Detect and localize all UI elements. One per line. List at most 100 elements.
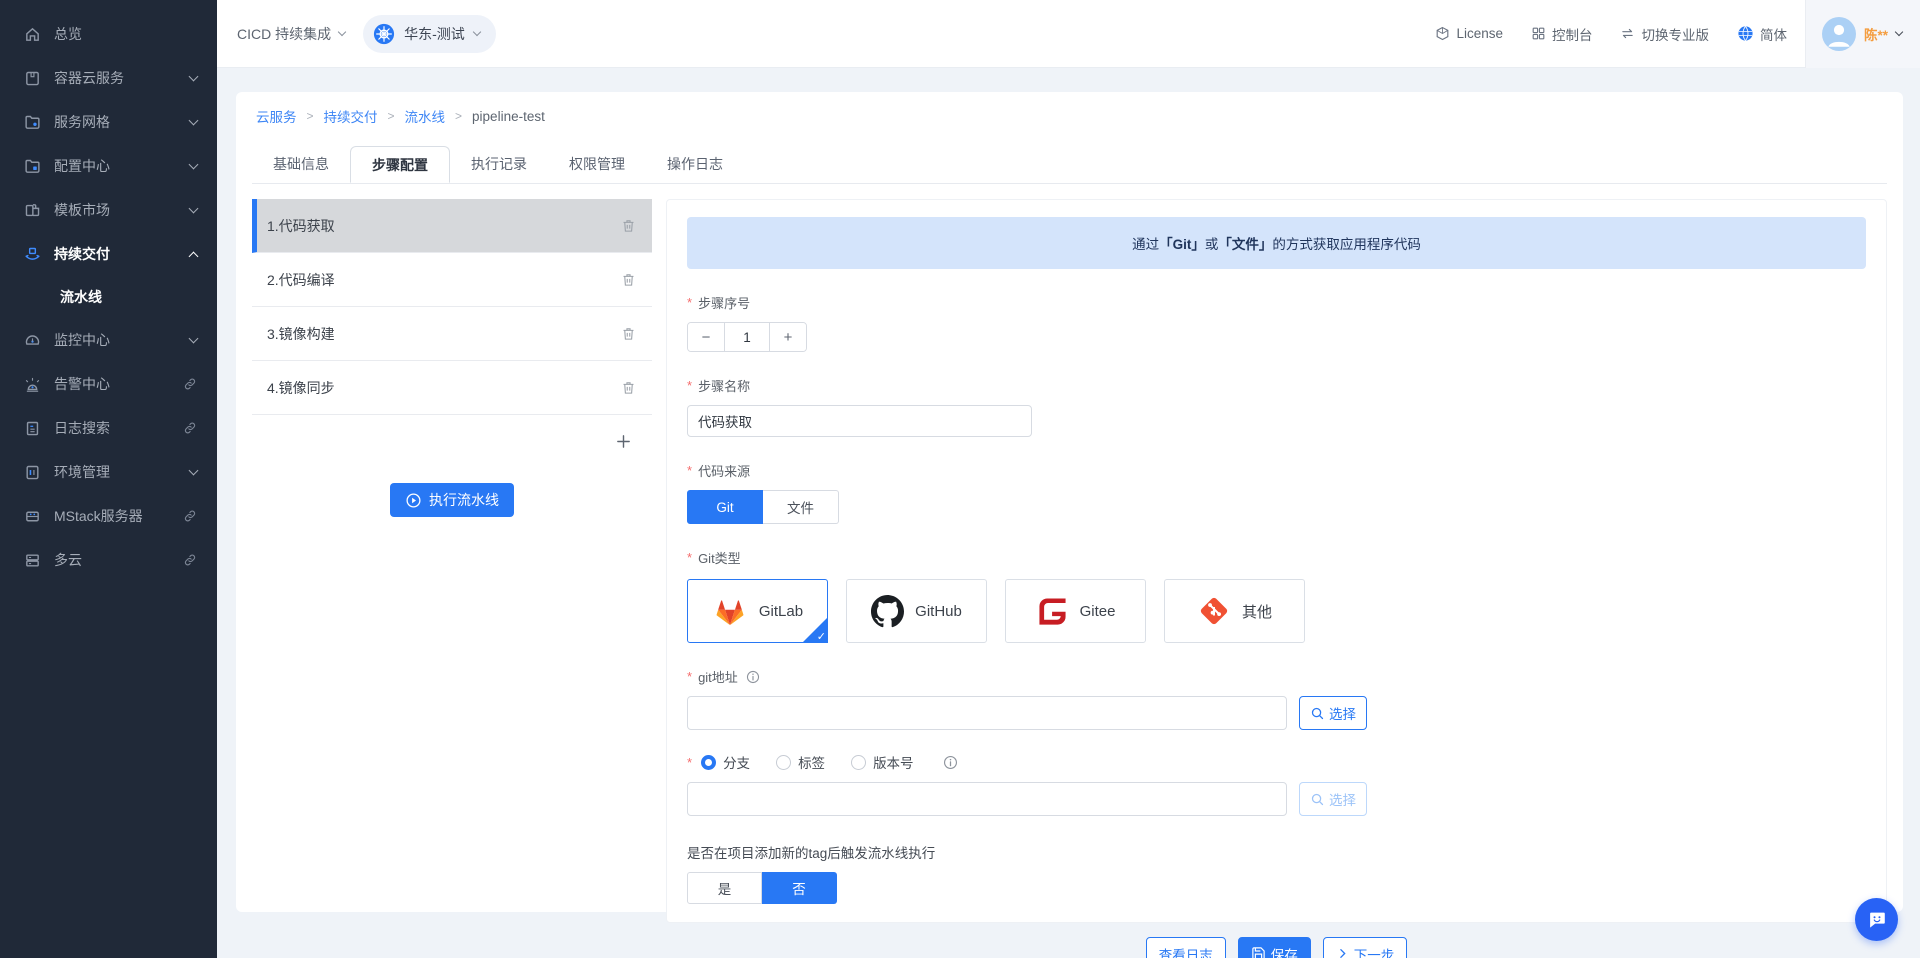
step-item-code-fetch[interactable]: 1.代码获取 — [252, 199, 652, 253]
env-icon — [24, 464, 41, 481]
git-type-cards: GitLab ✓ GitHub Gitee — [687, 579, 1866, 643]
radio-dot — [851, 755, 866, 770]
tab-exec-records[interactable]: 执行记录 — [450, 146, 548, 183]
stepper-decrease-button[interactable]: − — [688, 323, 724, 351]
add-step-row — [252, 415, 652, 467]
next-step-button[interactable]: 下一步 — [1323, 937, 1408, 958]
page-content: 云服务 > 持续交付 > 流水线 > pipeline-test 基础信息 步骤… — [217, 68, 1920, 958]
step-config-form: 通过「Git」或「文件」的方式获取应用程序代码 * 步骤序号 − 1 + — [666, 199, 1887, 923]
ref-type-radio-group: * 分支 标签 版本号 — [687, 752, 1866, 772]
git-logo — [1197, 594, 1231, 628]
multicloud-icon — [24, 552, 41, 569]
switch-pro-link[interactable]: 切换专业版 — [1620, 24, 1709, 44]
delete-step-icon[interactable] — [621, 326, 636, 341]
tab-basic-info[interactable]: 基础信息 — [252, 146, 350, 183]
radio-branch[interactable]: 分支 — [701, 752, 750, 772]
license-link[interactable]: License — [1435, 26, 1503, 41]
add-step-icon[interactable] — [615, 433, 632, 450]
git-url-label: * git地址 — [687, 667, 1866, 686]
user-icon — [1822, 17, 1856, 51]
sidebar-item-monitor-center[interactable]: 监控中心 — [0, 318, 217, 362]
git-url-select-button[interactable]: 选择 — [1299, 696, 1367, 730]
breadcrumb: 云服务 > 持续交付 > 流水线 > pipeline-test — [252, 106, 1887, 126]
globe-icon — [1737, 25, 1754, 42]
tab-permissions[interactable]: 权限管理 — [548, 146, 646, 183]
breadcrumb-cloud-service[interactable]: 云服务 — [256, 106, 297, 126]
step-item-image-build[interactable]: 3.镜像构建 — [252, 307, 652, 361]
step-item-code-compile[interactable]: 2.代码编译 — [252, 253, 652, 307]
sidebar-item-overview[interactable]: 总览 — [0, 12, 217, 56]
switch-arrows-icon — [1620, 26, 1635, 41]
code-source-file[interactable]: 文件 — [763, 490, 839, 524]
info-icon[interactable] — [943, 755, 958, 770]
sidebar-item-template-market[interactable]: 模板市场 — [0, 188, 217, 232]
chevron-down-icon — [1895, 28, 1903, 36]
form-footer-buttons: 查看日志 保存 下一步 — [666, 937, 1887, 958]
chevron-down-icon — [189, 116, 199, 126]
chevron-up-icon — [189, 251, 199, 261]
product-dropdown[interactable]: CICD 持续集成 — [237, 24, 345, 44]
code-source-git[interactable]: Git — [687, 490, 763, 524]
stepper-value[interactable]: 1 — [724, 323, 770, 351]
console-link[interactable]: 控制台 — [1531, 24, 1593, 44]
ref-value-input[interactable] — [687, 782, 1287, 816]
sidebar-item-config-center[interactable]: 配置中心 — [0, 144, 217, 188]
external-link-icon — [183, 553, 197, 567]
monitor-icon — [24, 332, 41, 349]
breadcrumb-pipeline[interactable]: 流水线 — [405, 106, 446, 126]
step-name-input[interactable] — [687, 405, 1032, 437]
git-url-input[interactable] — [687, 696, 1287, 730]
delivery-icon — [24, 246, 41, 263]
git-type-github[interactable]: GitHub — [846, 579, 987, 643]
sidebar-item-container-cloud[interactable]: 容器云服务 — [0, 56, 217, 100]
sidebar-item-pipeline[interactable]: 流水线 — [0, 276, 217, 318]
git-type-label: * Git类型 — [687, 548, 1866, 567]
save-button[interactable]: 保存 — [1238, 937, 1311, 958]
sidebar-item-multicloud[interactable]: 多云 — [0, 538, 217, 582]
play-circle-icon — [405, 492, 422, 509]
top-header: CICD 持续集成 华东-测试 License 控制台 切换专业版 简 — [217, 0, 1920, 68]
content-panel: 云服务 > 持续交付 > 流水线 > pipeline-test 基础信息 步骤… — [236, 92, 1903, 912]
chevron-down-icon — [189, 204, 199, 214]
stepper-increase-button[interactable]: + — [770, 323, 806, 351]
breadcrumb-continuous-delivery[interactable]: 持续交付 — [324, 106, 378, 126]
language-switcher[interactable]: 简体 — [1737, 24, 1787, 44]
user-menu[interactable]: 陈** — [1805, 0, 1920, 68]
git-type-gitee[interactable]: Gitee — [1005, 579, 1146, 643]
tab-step-config[interactable]: 步骤配置 — [350, 146, 450, 183]
radio-dot — [701, 755, 716, 770]
radio-version[interactable]: 版本号 — [851, 752, 914, 772]
git-type-gitlab[interactable]: GitLab ✓ — [687, 579, 828, 643]
chevron-down-icon — [338, 28, 346, 36]
step-item-image-sync[interactable]: 4.镜像同步 — [252, 361, 652, 415]
ref-select-button[interactable]: 选择 — [1299, 782, 1367, 816]
sidebar-item-mstack-server[interactable]: MStack服务器 — [0, 494, 217, 538]
chevron-down-icon — [189, 466, 199, 476]
sidebar-item-service-mesh[interactable]: 服务网格 — [0, 100, 217, 144]
search-icon — [1310, 706, 1325, 721]
external-link-icon — [183, 509, 197, 523]
region-selector[interactable]: 华东-测试 — [363, 15, 496, 53]
git-type-other[interactable]: 其他 — [1164, 579, 1305, 643]
sidebar-item-log-search[interactable]: 日志搜索 — [0, 406, 217, 450]
step-number-stepper: − 1 + — [687, 322, 807, 352]
delete-step-icon[interactable] — [621, 380, 636, 395]
sidebar-item-alert-center[interactable]: 告警中心 — [0, 362, 217, 406]
chevron-down-icon — [189, 72, 199, 82]
delete-step-icon[interactable] — [621, 272, 636, 287]
tag-trigger-yes[interactable]: 是 — [687, 872, 762, 904]
view-log-button[interactable]: 查看日志 — [1146, 937, 1226, 958]
breadcrumb-current: pipeline-test — [472, 109, 545, 124]
feedback-fab[interactable] — [1855, 898, 1898, 941]
sidebar: 总览 容器云服务 服务网格 配置中心 模板市场 持续交付 流水线 监控中心 告警… — [0, 0, 217, 958]
delete-step-icon[interactable] — [621, 218, 636, 233]
radio-tag[interactable]: 标签 — [776, 752, 825, 772]
info-icon[interactable] — [746, 670, 760, 684]
sidebar-item-continuous-delivery[interactable]: 持续交付 — [0, 232, 217, 276]
pipeline-steps-list: 1.代码获取 2.代码编译 3.镜像构建 4.镜像同步 — [252, 199, 652, 517]
tab-operation-logs[interactable]: 操作日志 — [646, 146, 744, 183]
tag-trigger-no[interactable]: 否 — [762, 872, 837, 904]
sidebar-item-env-management[interactable]: 环境管理 — [0, 450, 217, 494]
username: 陈** — [1864, 24, 1888, 44]
run-pipeline-button[interactable]: 执行流水线 — [390, 483, 514, 517]
